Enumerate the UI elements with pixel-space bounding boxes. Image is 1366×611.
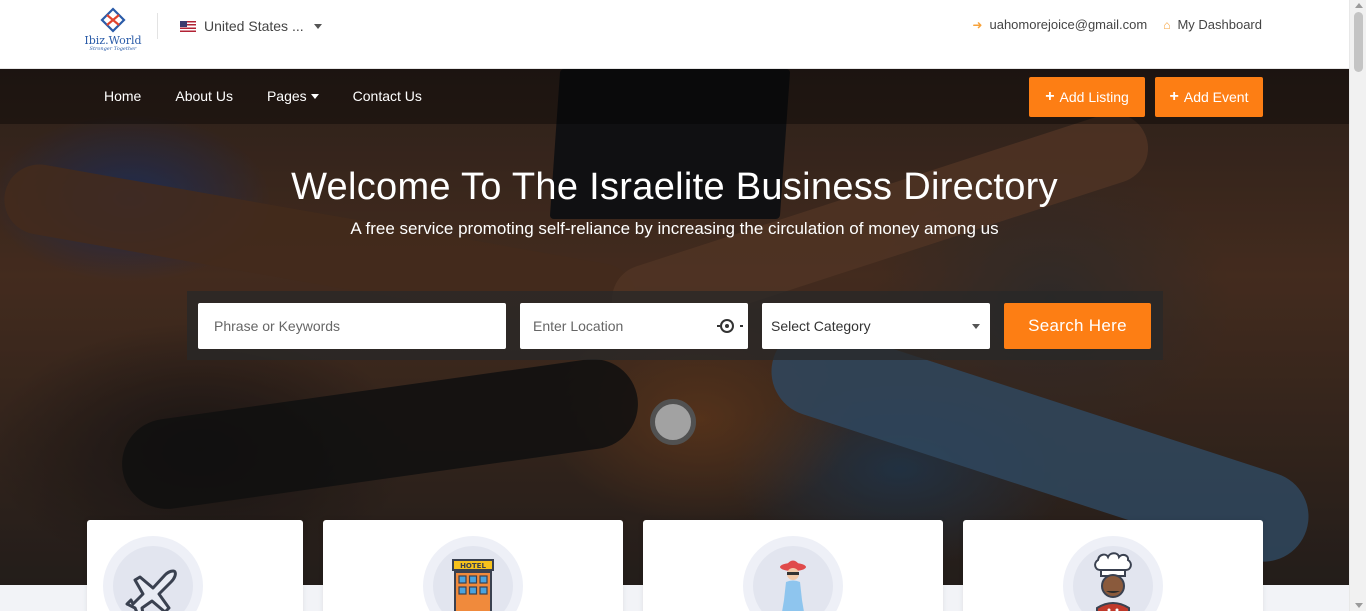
hotel-icon: HOTEL — [452, 559, 494, 611]
account-email-link[interactable]: ➜ uahomorejoice@gmail.com — [972, 17, 1147, 32]
nav-label: About Us — [175, 88, 233, 104]
category-card[interactable] — [87, 520, 303, 611]
chevron-down-icon — [313, 23, 322, 29]
header-divider — [157, 13, 158, 39]
location-placeholder: Enter Location — [533, 318, 624, 334]
airplane-icon — [125, 569, 177, 611]
logo-tagline: Stronger Together — [89, 46, 137, 52]
home-icon: ⌂ — [1163, 17, 1171, 32]
plus-icon: + — [1045, 88, 1055, 105]
category-select[interactable]: Select Category — [762, 303, 990, 349]
chevron-down-icon — [310, 93, 319, 99]
hero-title: Welcome To The Israelite Business Direct… — [291, 166, 1058, 208]
category-card[interactable]: HOTEL — [323, 520, 623, 611]
add-event-label: Add Event — [1183, 89, 1249, 105]
add-listing-label: Add Listing — [1059, 89, 1129, 105]
country-label: United States ... — [204, 18, 304, 34]
nav-item-about[interactable]: About Us — [175, 88, 233, 104]
hero-subtitle: A free service promoting self-reliance b… — [350, 219, 999, 238]
search-form: Phrase or Keywords Enter Location Select… — [187, 291, 1163, 360]
dashboard-label: My Dashboard — [1177, 17, 1262, 32]
category-icon-circle — [743, 536, 843, 611]
category-icon-circle: HOTEL — [423, 536, 523, 611]
chef-icon — [1094, 552, 1132, 611]
search-button[interactable]: Search Here — [1004, 303, 1151, 349]
crosshair-icon[interactable] — [717, 319, 743, 333]
nav-item-pages[interactable]: Pages — [267, 88, 319, 104]
add-event-button[interactable]: + Add Event — [1155, 77, 1263, 117]
user-links: ➜ uahomorejoice@gmail.com ⌂ My Dashboard — [972, 17, 1262, 32]
location-input[interactable]: Enter Location — [520, 303, 748, 349]
nav-label: Pages — [266, 88, 307, 104]
hero-section: Home About Us Pages Contact Us + Add Lis… — [0, 69, 1349, 585]
country-selector[interactable]: United States ... — [180, 17, 322, 35]
scroll-up-arrow-icon[interactable] — [1355, 3, 1363, 8]
us-flag-icon — [180, 20, 196, 32]
dashboard-link[interactable]: ⌂ My Dashboard — [1163, 17, 1262, 32]
chevron-down-icon — [972, 324, 980, 329]
nav-label: Home — [104, 88, 142, 104]
category-selected: Select Category — [771, 318, 871, 334]
nav-label: Contact Us — [352, 88, 422, 104]
main-navbar: Home About Us Pages Contact Us + Add Lis… — [0, 69, 1349, 124]
plus-icon: + — [1169, 88, 1179, 105]
hotel-sign-label: HOTEL — [460, 562, 486, 570]
nav-item-contact[interactable]: Contact Us — [353, 88, 422, 104]
nav-menu: Home About Us Pages Contact Us — [104, 88, 456, 104]
scroll-down-arrow-icon[interactable] — [1355, 603, 1363, 608]
sign-in-icon: ➜ — [972, 17, 983, 32]
nav-item-home[interactable]: Home — [104, 88, 141, 104]
site-logo[interactable]: Ibiz.World Stronger Together — [84, 6, 142, 58]
category-icon-circle — [1063, 536, 1163, 611]
category-card[interactable] — [643, 520, 943, 611]
category-icon-circle — [103, 536, 203, 611]
account-email: uahomorejoice@gmail.com — [989, 17, 1148, 32]
top-bar: Ibiz.World Stronger Together United Stat… — [0, 0, 1349, 69]
scrollbar-thumb[interactable] — [1354, 12, 1363, 72]
add-listing-button[interactable]: + Add Listing — [1029, 77, 1145, 117]
logo-name: Ibiz.World — [84, 34, 142, 47]
woman-fashion-icon — [780, 560, 806, 611]
logo-mark-icon — [100, 7, 126, 33]
category-card[interactable] — [963, 520, 1263, 611]
page-scrollbar[interactable] — [1349, 0, 1366, 611]
keywords-input[interactable]: Phrase or Keywords — [198, 303, 506, 349]
